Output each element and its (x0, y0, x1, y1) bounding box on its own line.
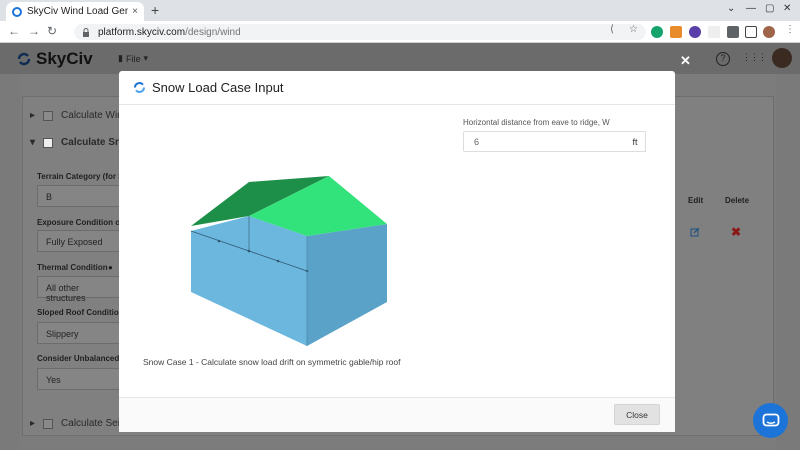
delete-icon[interactable]: ✖ (731, 225, 741, 239)
caret-right-icon: ▸ (30, 110, 36, 121)
modal-close-icon[interactable]: ✕ (680, 53, 691, 69)
exposure-label: Exposure Condition of (37, 218, 123, 227)
new-tab-button[interactable]: + (151, 2, 159, 18)
back-icon[interactable]: ← (8, 24, 20, 38)
unbalanced-select[interactable]: Yes (37, 368, 121, 390)
file-menu[interactable]: ▮ File ▾ (118, 53, 148, 64)
window-minimize-icon[interactable]: — (746, 3, 756, 14)
skyciv-logo-icon (17, 52, 31, 66)
caret-down-icon: ▾ (30, 137, 36, 148)
calc-snow-checkbox[interactable] (43, 137, 54, 148)
sidebar-icon[interactable] (745, 26, 757, 38)
window-restore-icon[interactable]: ▢ (765, 3, 774, 14)
apps-grid-icon[interactable]: ⋮⋮⋮ (742, 52, 767, 63)
skyciv-logo[interactable]: SkyCiv (16, 49, 93, 69)
chat-icon (762, 413, 779, 426)
modal-header: Snow Load Case Input (119, 71, 675, 105)
browser-tab[interactable]: SkyCiv Wind Load Genera × (6, 2, 144, 21)
chat-support-button[interactable] (753, 403, 788, 438)
calc-wind-row[interactable]: ▸ Calculate Wind (30, 110, 128, 121)
share-icon[interactable]: ⟨ (610, 24, 614, 35)
snow-case-caption: Snow Case 1 - Calculate snow load drift … (143, 357, 401, 367)
lock-icon (83, 27, 89, 37)
bookmark-star-icon[interactable]: ☆ (629, 24, 638, 35)
gable-roof-building-diagram (190, 176, 387, 346)
sloped-roof-select[interactable]: Slippery (37, 322, 121, 344)
skyciv-favicon-icon (12, 6, 22, 17)
sloped-roof-label: Sloped Roof Condition (37, 308, 124, 317)
terrain-label: Terrain Category (for S (37, 172, 124, 181)
eave-ridge-distance-label: Horizontal distance from eave to ridge, … (463, 118, 610, 127)
grammarly-extension-icon[interactable] (651, 26, 663, 38)
dim-marker (217, 239, 221, 243)
metamask-extension-icon[interactable] (670, 26, 682, 38)
file-icon: ▮ (118, 53, 123, 63)
url-host: platform.skyciv.com (98, 26, 186, 38)
tab-search-icon[interactable]: ⌄ (727, 3, 735, 14)
help-icon[interactable]: ? (716, 52, 730, 66)
address-bar[interactable]: platform.skyciv.com/design/wind (74, 24, 646, 40)
thermal-label: Thermal Condition (37, 263, 108, 272)
browser-toolbar: ← → ↻ platform.skyciv.com/design/wind ⟨ … (0, 21, 800, 43)
logo-text: SkyCiv (36, 49, 93, 68)
profile-avatar-icon[interactable] (763, 26, 775, 38)
building-side-wall (307, 224, 387, 346)
exposure-select[interactable]: Fully Exposed (37, 230, 121, 252)
extension-icon[interactable] (689, 26, 701, 38)
eave-ridge-distance-input[interactable]: 6 (463, 131, 646, 152)
browser-tab-bar: SkyCiv Wind Load Genera × + ⌄ — ▢ ✕ (0, 0, 800, 21)
browser-menu-icon[interactable]: ⋮ (785, 24, 795, 35)
puzzle-extensions-icon[interactable] (727, 26, 739, 38)
modal-footer (119, 397, 675, 432)
dim-marker (247, 249, 251, 253)
thermal-select[interactable]: All other structures (37, 276, 121, 303)
skyciv-logo-icon (134, 82, 145, 93)
calc-seismic-row[interactable]: ▸ Calculate Seism (30, 418, 133, 429)
unit-label-ft: ft (625, 131, 646, 152)
caret-right-icon: ▸ (30, 418, 36, 429)
window-close-icon[interactable]: ✕ (783, 3, 791, 14)
dim-marker (276, 259, 280, 263)
edit-icon[interactable] (690, 227, 700, 237)
blank-extension-icon[interactable] (708, 26, 720, 38)
user-avatar[interactable] (772, 48, 792, 68)
table-header-edit: Edit (688, 196, 704, 205)
info-icon[interactable]: ● (108, 263, 113, 272)
url-path: /design/wind (185, 26, 241, 38)
reload-icon[interactable]: ↻ (47, 24, 57, 38)
calc-seismic-checkbox[interactable] (43, 418, 54, 429)
file-menu-label: File (125, 53, 141, 64)
close-button[interactable]: Close (614, 404, 660, 425)
forward-icon[interactable]: → (28, 24, 40, 38)
terrain-select[interactable]: B (37, 185, 121, 207)
calc-wind-checkbox[interactable] (43, 110, 54, 121)
tab-close-icon[interactable]: × (132, 6, 138, 17)
tab-title: SkyCiv Wind Load Genera (27, 6, 129, 17)
chevron-down-icon: ▾ (143, 53, 148, 63)
modal-title: Snow Load Case Input (152, 80, 284, 95)
snow-load-case-modal: Snow Load Case Input Horizontal distance… (119, 71, 675, 432)
unbalanced-label: Consider Unbalanced (37, 354, 120, 363)
table-header-delete: Delete (725, 196, 750, 205)
